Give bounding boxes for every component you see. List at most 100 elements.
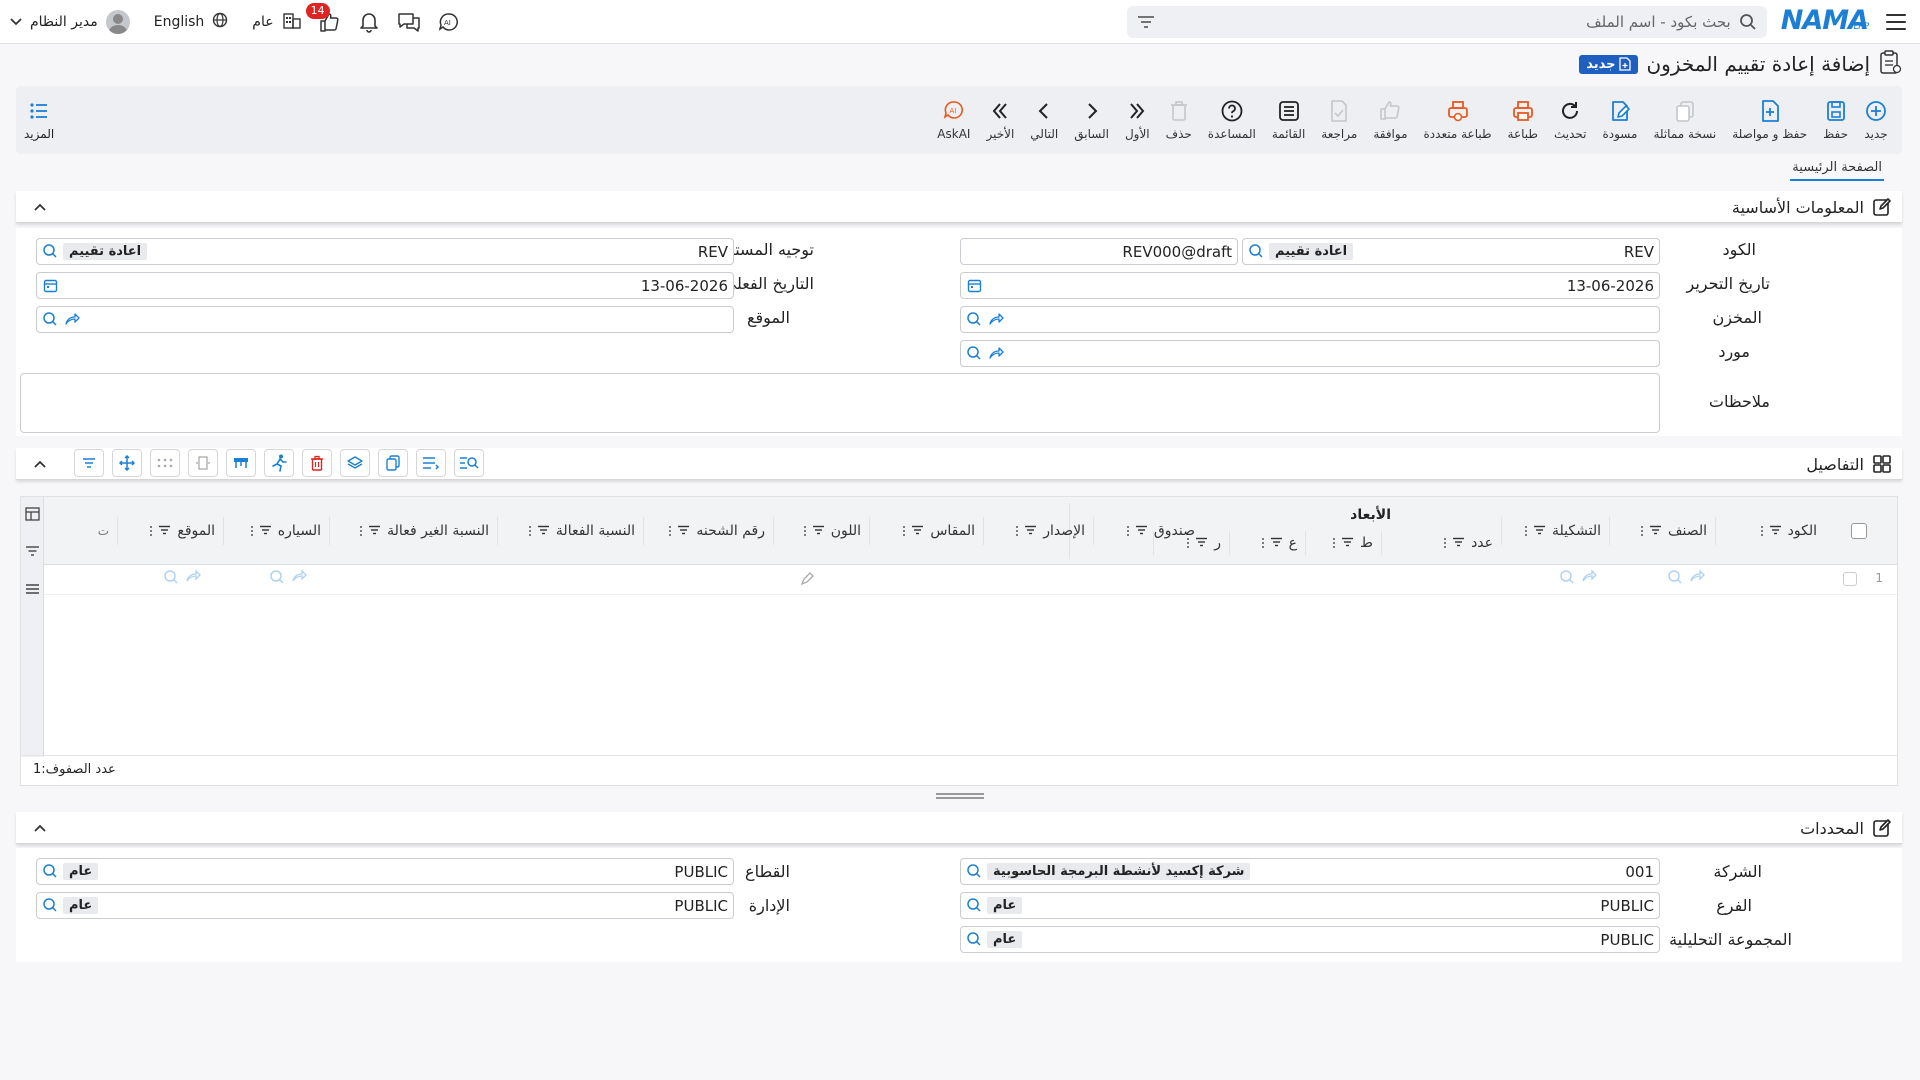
last-button[interactable]: الأخير: [978, 86, 1022, 154]
search-refresh-icon[interactable]: [1667, 569, 1683, 585]
runner-icon[interactable]: [264, 449, 294, 477]
col-more[interactable]: ت: [43, 517, 117, 545]
calendar-icon[interactable]: [41, 276, 59, 294]
color-picker-icon[interactable]: [799, 571, 815, 591]
search-refresh-icon[interactable]: [41, 862, 59, 880]
column-menu-icon[interactable]: [1261, 538, 1264, 548]
first-button[interactable]: الأول: [1117, 86, 1158, 154]
column-menu-icon[interactable]: [1760, 526, 1763, 536]
col-version[interactable]: الإصدار: [983, 517, 1093, 545]
column-menu-icon[interactable]: [1525, 526, 1528, 536]
col-ineffective-ratio[interactable]: النسبة الغير فعالة: [329, 517, 497, 545]
col-dim-width[interactable]: ع: [1229, 531, 1305, 555]
column-filter-icon[interactable]: [1533, 523, 1546, 539]
search-refresh-icon[interactable]: [1559, 569, 1575, 585]
column-filter-icon[interactable]: [368, 523, 381, 539]
search-lines-icon[interactable]: [454, 449, 484, 477]
column-filter-icon[interactable]: [1024, 523, 1037, 539]
more-button[interactable]: المزيد: [24, 86, 54, 154]
company-field[interactable]: 001 شركة إكسيد لأنشطة البرمجة الحاسوبية: [960, 858, 1660, 885]
search-refresh-icon[interactable]: [41, 310, 59, 328]
analytic-group-field[interactable]: PUBLIC عام: [960, 926, 1660, 953]
search-refresh-icon[interactable]: [965, 862, 983, 880]
share-arrow-icon[interactable]: [1581, 569, 1597, 583]
col-variant[interactable]: التشكيلة: [1501, 517, 1609, 545]
move-arrows-icon[interactable]: [112, 449, 142, 477]
column-menu-icon[interactable]: [150, 526, 153, 536]
search-refresh-icon[interactable]: [965, 344, 983, 362]
ai-assistant-icon[interactable]: AI: [436, 9, 462, 35]
notes-textarea[interactable]: [20, 373, 1660, 433]
row-item-lookup[interactable]: [1667, 569, 1705, 585]
search-icon[interactable]: [1739, 13, 1757, 31]
supplier-field[interactable]: [960, 340, 1660, 367]
column-menu-icon[interactable]: [903, 526, 906, 536]
grid-filter-icon[interactable]: [74, 449, 104, 477]
column-menu-icon[interactable]: [669, 526, 672, 536]
tab-main[interactable]: الصفحة الرئيسية: [1790, 160, 1884, 181]
global-search[interactable]: [1126, 6, 1767, 38]
hamburger-menu-icon[interactable]: [1882, 8, 1910, 36]
column-filter-icon[interactable]: [812, 523, 825, 539]
multi-print-button[interactable]: طباعة متعددة: [1416, 86, 1500, 154]
doc-direction-field[interactable]: REV اعادة تقييم: [36, 238, 734, 265]
code-field[interactable]: REV اعادة تقييم: [1242, 238, 1660, 265]
help-button[interactable]: المساعدة: [1200, 86, 1264, 154]
delete-button[interactable]: حذف: [1158, 86, 1200, 154]
table-settings-icon[interactable]: [25, 507, 40, 525]
column-menu-icon[interactable]: [1444, 538, 1447, 548]
grid-resize-handle[interactable]: [936, 793, 984, 799]
column-filter-icon[interactable]: [259, 523, 272, 539]
column-filter-icon[interactable]: [1452, 535, 1465, 551]
col-code[interactable]: الكود: [1715, 517, 1825, 545]
previous-button[interactable]: السابق: [1066, 86, 1117, 154]
col-dim-length[interactable]: ط: [1305, 531, 1381, 555]
language-switch[interactable]: English: [154, 12, 229, 32]
collapse-determinants-chevron-up-icon[interactable]: [30, 819, 50, 837]
col-location[interactable]: الموقع: [117, 517, 223, 545]
col-vehicle[interactable]: السياره: [223, 517, 329, 545]
askai-button[interactable]: AI AskAI: [929, 86, 978, 154]
share-arrow-icon[interactable]: [987, 310, 1005, 328]
column-filter-icon[interactable]: [1649, 523, 1662, 539]
dots-grid-icon[interactable]: [150, 449, 180, 477]
sector-field[interactable]: PUBLIC عام: [36, 858, 734, 885]
save-button[interactable]: حفظ: [1815, 86, 1856, 154]
column-menu-icon[interactable]: [1333, 538, 1336, 548]
column-filter-icon[interactable]: [158, 523, 171, 539]
thumbs-up-icon[interactable]: 14: [305, 3, 342, 35]
column-menu-icon[interactable]: [1640, 526, 1643, 536]
col-box[interactable]: صندوق: [1093, 517, 1203, 545]
table-row[interactable]: 1: [44, 565, 1897, 595]
copy-rows-icon[interactable]: [378, 449, 408, 477]
trash-red-icon[interactable]: [302, 449, 332, 477]
col-item[interactable]: الصنف: [1609, 517, 1715, 545]
select-all-checkbox[interactable]: [1851, 523, 1867, 539]
column-filter-icon[interactable]: [677, 523, 690, 539]
search-refresh-icon[interactable]: [1247, 242, 1265, 260]
row-vehicle-lookup[interactable]: [269, 569, 307, 585]
add-lines-icon[interactable]: [416, 449, 446, 477]
department-field[interactable]: PUBLIC عام: [36, 892, 734, 919]
col-shipment[interactable]: رقم الشحنه: [643, 517, 773, 545]
search-refresh-icon[interactable]: [965, 310, 983, 328]
refresh-button[interactable]: تحديث: [1546, 86, 1595, 154]
chat-icon[interactable]: [396, 9, 422, 35]
approve-button[interactable]: موافقة: [1365, 86, 1415, 154]
share-arrow-icon[interactable]: [185, 569, 201, 583]
filter-lines-icon[interactable]: [1137, 13, 1155, 31]
edit-date-field[interactable]: 13-06-2026: [960, 272, 1660, 299]
search-refresh-icon[interactable]: [965, 896, 983, 914]
column-menu-icon[interactable]: [1126, 526, 1129, 536]
draft-button[interactable]: مسودة: [1594, 86, 1645, 154]
column-filter-icon[interactable]: [1341, 535, 1354, 551]
col-effective-ratio[interactable]: النسبة الفعالة: [497, 517, 643, 545]
share-arrow-icon[interactable]: [1689, 569, 1705, 583]
code-number-field[interactable]: REV000@draft: [960, 238, 1238, 265]
column-menu-icon[interactable]: [528, 526, 531, 536]
column-filter-icon[interactable]: [537, 523, 550, 539]
column-filter-icon[interactable]: [1769, 523, 1782, 539]
calendar-icon[interactable]: [965, 276, 983, 294]
branch-field[interactable]: PUBLIC عام: [960, 892, 1660, 919]
next-button[interactable]: التالي: [1022, 86, 1066, 154]
